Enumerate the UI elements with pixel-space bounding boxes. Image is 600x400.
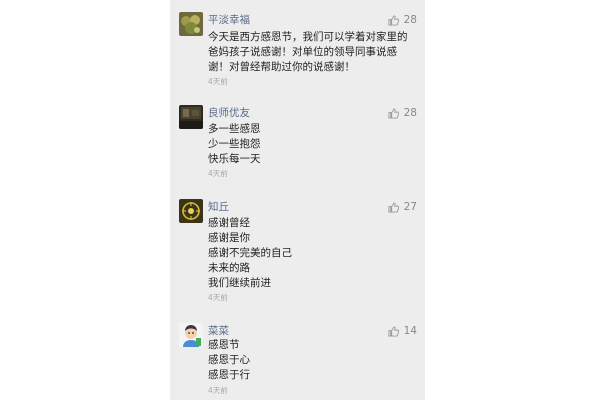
comment-time: 4天前 [208,293,228,302]
thumbs-up-icon [388,107,399,119]
avatar[interactable] [179,323,203,347]
comment-text: 感恩节 感恩于心 感恩于行 [208,338,423,383]
thumbs-up-icon [388,14,399,26]
comment-username[interactable]: 平淡幸福 [208,13,250,27]
comment-item: 知丘 27 感谢曾经 感谢是你 感谢不完美的自己 未来的路 我们继续前进 4天前 [170,195,425,320]
avatar[interactable] [179,12,203,36]
like-count: 27 [403,201,417,213]
comment-time: 4天前 [208,386,228,395]
comment-line: 未来的路 [208,262,250,274]
comment-line: 少一些抱怨 [208,138,261,150]
like-button[interactable]: 14 [388,324,417,338]
comment-username[interactable]: 良师优友 [208,106,250,120]
comment-line: 多一些感恩 [208,123,261,135]
comment-line: 感恩节 [208,339,240,351]
comment-list: 平淡幸福 28 今天是西方感恩节，我们可以学着对家里的 爸妈孩子说感谢！对单位的… [170,0,425,400]
comment-line: 今天是西方感恩节，我们可以学着对家里的 [208,31,408,43]
thumbs-up-icon [388,325,399,337]
avatar[interactable] [179,199,203,223]
like-button[interactable]: 27 [388,200,417,214]
comment-item: 良师优友 28 多一些感恩 少一些抱怨 快乐每一天 4天前 [170,100,425,195]
comment-line: 感恩于心 [208,354,250,366]
comment-line: 我们继续前进 [208,277,271,289]
comment-username[interactable]: 菜菜 [208,324,229,338]
avatar[interactable] [179,105,203,129]
comment-line: 爸妈孩子说感谢！对单位的领导同事说感 [208,46,397,58]
comment-line: 感恩于行 [208,369,250,381]
comment-time: 4天前 [208,77,228,86]
like-count: 28 [403,14,417,26]
comment-item: 菜菜 14 感恩节 感恩于心 感恩于行 4天前 [170,320,425,400]
like-count: 14 [403,325,417,337]
thumbs-up-icon [388,201,399,213]
comment-text: 感谢曾经 感谢是你 感谢不完美的自己 未来的路 我们继续前进 [208,216,423,291]
comment-time: 4天前 [208,169,228,178]
comment-username[interactable]: 知丘 [208,200,229,214]
comment-text: 今天是西方感恩节，我们可以学着对家里的 爸妈孩子说感谢！对单位的领导同事说感 谢… [208,30,423,75]
like-count: 28 [403,107,417,119]
comment-line: 谢！对曾经帮助过你的说感谢！ [208,61,355,73]
comment-item: 平淡幸福 28 今天是西方感恩节，我们可以学着对家里的 爸妈孩子说感谢！对单位的… [170,0,425,100]
comment-line: 感谢不完美的自己 [208,247,292,259]
comment-line: 快乐每一天 [208,153,261,165]
like-button[interactable]: 28 [388,106,417,120]
comment-text: 多一些感恩 少一些抱怨 快乐每一天 [208,122,423,167]
comment-line: 感谢是你 [208,232,250,244]
like-button[interactable]: 28 [388,13,417,27]
comment-line: 感谢曾经 [208,217,250,229]
